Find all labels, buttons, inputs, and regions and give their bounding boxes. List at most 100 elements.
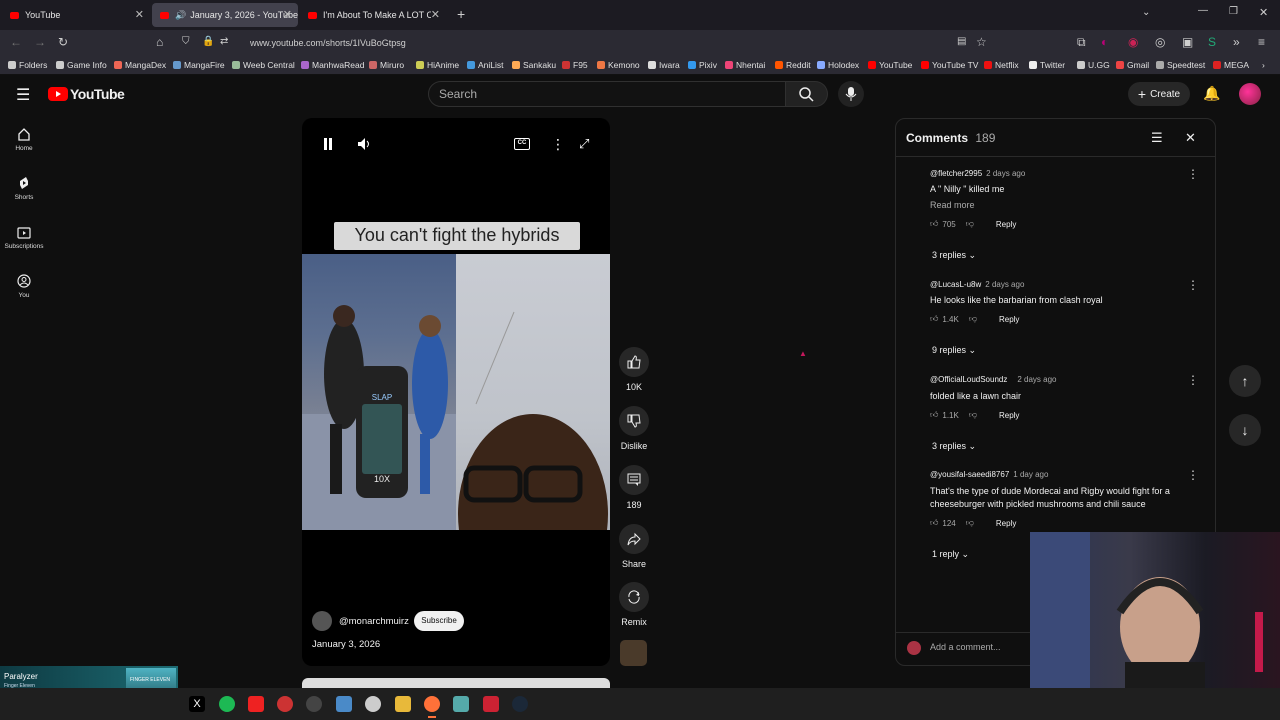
- reply-button[interactable]: Reply: [996, 220, 1016, 229]
- steam-icon[interactable]: [512, 696, 528, 712]
- close-tab-icon[interactable]: ✕: [135, 8, 144, 21]
- sidebar-item-you[interactable]: You: [0, 274, 48, 299]
- file-explorer-icon[interactable]: [395, 696, 411, 712]
- shield-icon[interactable]: ⛉: [182, 36, 190, 47]
- sound-thumbnail[interactable]: [620, 640, 647, 666]
- add-comment-input[interactable]: Add a comment...: [930, 642, 1001, 652]
- extension-icon[interactable]: ◐: [1101, 35, 1108, 49]
- read-more-link[interactable]: Read more: [930, 199, 1190, 212]
- hamburger-menu-icon[interactable]: ☰: [16, 85, 30, 105]
- bookmark-item[interactable]: Netflix: [984, 60, 1019, 70]
- extension-icon[interactable]: S: [1208, 35, 1216, 49]
- url-bar[interactable]: www.youtube.com/shorts/1IVuBoGtpsg: [250, 33, 1100, 53]
- bookmarks-overflow-icon[interactable]: ›: [1262, 60, 1265, 70]
- bookmark-item[interactable]: Nhentai: [725, 60, 765, 70]
- browser-tab[interactable]: YouTube ✕: [2, 3, 150, 27]
- back-icon[interactable]: ←: [10, 35, 22, 49]
- bookmark-item[interactable]: Iwara: [648, 60, 680, 70]
- bookmark-item[interactable]: MangaFire: [173, 60, 225, 70]
- comment-menu-icon[interactable]: ⋮: [1187, 167, 1199, 181]
- bookmark-item[interactable]: Pixiv: [688, 60, 717, 70]
- bookmark-item[interactable]: Twitter: [1029, 60, 1065, 70]
- bookmark-item[interactable]: Weeb Central: [232, 60, 295, 70]
- like-icon[interactable]: 👍︎: [930, 410, 938, 420]
- overflow-chevron-icon[interactable]: »: [1233, 35, 1240, 49]
- bookmark-item[interactable]: AniList: [467, 60, 504, 70]
- bookmark-item[interactable]: Speedtest: [1156, 60, 1205, 70]
- bookmark-item[interactable]: Gmail: [1116, 60, 1149, 70]
- comment-author[interactable]: @yousifal-saeedi8767 1 day ago: [930, 470, 1048, 479]
- view-replies-button[interactable]: 3 replies ⌄: [932, 250, 976, 261]
- sidebar-item-shorts[interactable]: Shorts: [0, 176, 48, 201]
- reader-view-icon[interactable]: ▤: [957, 36, 966, 47]
- lock-icon[interactable]: 🔒: [202, 36, 214, 47]
- captions-button[interactable]: CC: [514, 138, 530, 150]
- extension-icon[interactable]: ▣: [1182, 35, 1193, 49]
- next-short-button[interactable]: ↓: [1229, 414, 1261, 446]
- notifications-bell-icon[interactable]: 🔔: [1203, 85, 1220, 102]
- bookmark-item[interactable]: Game Info: [56, 60, 107, 70]
- bookmark-item[interactable]: YouTube: [868, 60, 912, 70]
- bookmark-item[interactable]: F95: [562, 60, 588, 70]
- media-player-icon[interactable]: [306, 696, 322, 712]
- bookmark-item[interactable]: ManhwaRead: [301, 60, 364, 70]
- bookmark-item[interactable]: MEGA: [1213, 60, 1249, 70]
- avatar[interactable]: [1239, 83, 1261, 105]
- channel-name[interactable]: @monarchmuirz: [339, 616, 409, 627]
- browser-tab[interactable]: I'm About To Make A LOT Of Pe ✕: [300, 3, 446, 27]
- speaker-icon[interactable]: 🔊: [175, 10, 186, 21]
- extension-icon[interactable]: ◉: [1128, 35, 1138, 49]
- like-button[interactable]: 10K: [618, 347, 650, 392]
- view-replies-button[interactable]: 9 replies ⌄: [932, 345, 976, 356]
- sidebar-item-subscriptions[interactable]: Subscriptions: [0, 225, 48, 250]
- dislike-icon[interactable]: 👎︎: [966, 219, 974, 229]
- like-icon[interactable]: 👍︎: [930, 518, 938, 528]
- restore-icon[interactable]: ❐: [1229, 6, 1238, 17]
- remix-button[interactable]: Remix: [618, 582, 650, 627]
- youtube-app-icon[interactable]: [248, 696, 264, 712]
- close-window-icon[interactable]: ✕: [1259, 6, 1268, 19]
- view-replies-button[interactable]: 1 reply ⌄: [932, 549, 969, 560]
- comment-menu-icon[interactable]: ⋮: [1187, 468, 1199, 482]
- sort-comments-icon[interactable]: ☰: [1151, 130, 1163, 146]
- new-tab-icon[interactable]: +: [457, 6, 465, 22]
- spotify-icon[interactable]: [219, 696, 235, 712]
- bookmark-item[interactable]: U.GG: [1077, 60, 1110, 70]
- search-button[interactable]: [786, 81, 828, 107]
- permissions-icon[interactable]: ⇄: [220, 36, 228, 47]
- minimize-icon[interactable]: —: [1198, 5, 1208, 16]
- comment-menu-icon[interactable]: ⋮: [1187, 278, 1199, 292]
- reply-button[interactable]: Reply: [999, 315, 1019, 324]
- bookmark-item[interactable]: Miruro: [369, 60, 404, 70]
- close-comments-icon[interactable]: ✕: [1185, 130, 1196, 146]
- menu-icon[interactable]: ≡: [1258, 35, 1265, 49]
- comment-author[interactable]: @LucasL-u8w 2 days ago: [930, 280, 1024, 289]
- search-input[interactable]: Search: [428, 81, 786, 107]
- forward-icon[interactable]: →: [34, 35, 46, 49]
- create-button[interactable]: + Create: [1128, 82, 1190, 106]
- voice-search-button[interactable]: [838, 81, 864, 107]
- close-tab-icon[interactable]: ✕: [431, 8, 440, 21]
- reply-button[interactable]: Reply: [999, 411, 1019, 420]
- bookmark-item[interactable]: Sankaku: [512, 60, 556, 70]
- bookmark-item[interactable]: Reddit: [775, 60, 811, 70]
- extensions-icon[interactable]: ⧉: [1077, 35, 1086, 50]
- app-icon[interactable]: [483, 696, 499, 712]
- comment-author[interactable]: @fletcher2995 2 days ago: [930, 169, 1025, 178]
- app-icon[interactable]: [277, 696, 293, 712]
- next-short-preview[interactable]: [302, 678, 610, 688]
- browser-tab-active[interactable]: 🔊 January 3, 2026 - YouTube ✕: [152, 3, 298, 27]
- app-icon[interactable]: [453, 696, 469, 712]
- dislike-icon[interactable]: 👎︎: [969, 410, 977, 420]
- shield-app-icon[interactable]: [365, 696, 381, 712]
- home-browser-icon[interactable]: ⌂: [156, 35, 163, 49]
- sidebar-item-home[interactable]: Home: [0, 127, 48, 152]
- extension-icon[interactable]: ◎: [1155, 35, 1165, 49]
- dislike-icon[interactable]: 👎︎: [969, 314, 977, 324]
- comment-author[interactable]: @OfficialLoudSoundz 2 days ago: [930, 375, 1057, 384]
- dislike-button[interactable]: Dislike: [618, 406, 650, 451]
- youtube-logo[interactable]: YouTube: [48, 86, 125, 102]
- volume-button[interactable]: [357, 137, 371, 156]
- comment-menu-icon[interactable]: ⋮: [1187, 373, 1199, 387]
- bookmark-item[interactable]: Kemono: [597, 60, 640, 70]
